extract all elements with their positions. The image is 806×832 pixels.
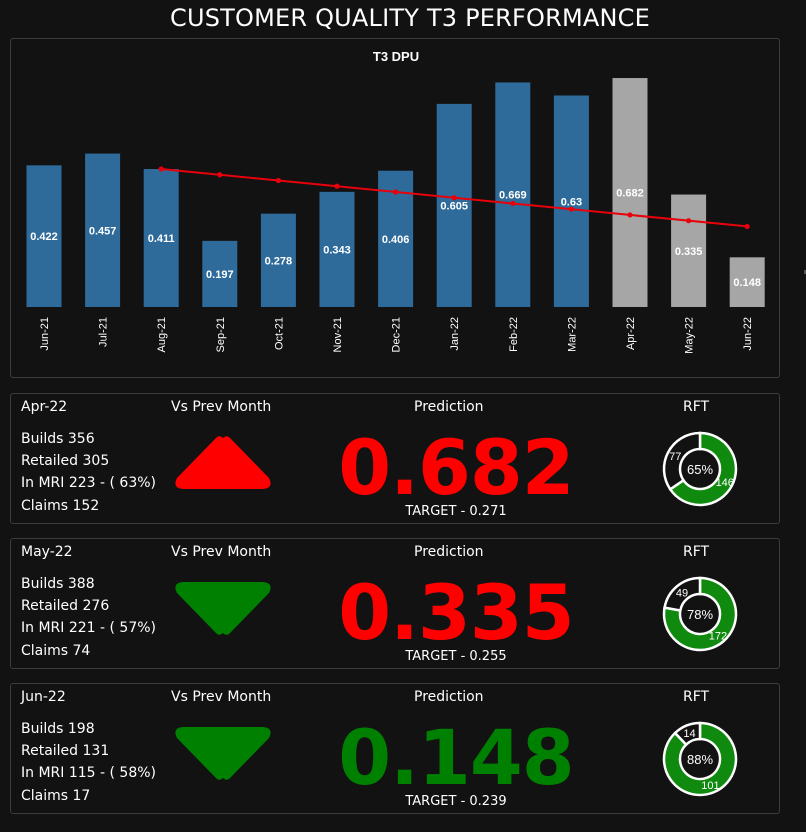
t3-dpu-chart: T3 DPU 0.422 Jun-21 0.457 Jul-21 0.411 Aug-21… [26, 49, 765, 354]
arrow-up-icon [175, 436, 271, 489]
x-tick-label: Jan-22 [449, 317, 461, 351]
data-label-Oct-21: 0.278 [265, 255, 293, 267]
chart-title: T3 DPU [373, 49, 419, 64]
claims-stat: Claims 74 [21, 643, 91, 659]
in-mri-stat: In MRI 223 - ( 63%) [21, 475, 157, 491]
x-tick-label: Jun-21 [39, 317, 51, 351]
trendline-point [744, 223, 750, 230]
rft-label: RFT [683, 544, 710, 560]
rft-label: RFT [683, 399, 710, 415]
arrow-down-icon [175, 582, 271, 635]
vs-prev-month-label: Vs Prev Month [171, 689, 272, 705]
trendline-point [334, 183, 340, 189]
builds-stat: Builds 356 [21, 431, 95, 447]
rft-fail-count: 77 [669, 451, 681, 463]
data-label-Jun-22: 0.148 [733, 277, 761, 289]
trendline-point [627, 212, 633, 218]
rft-percent: 78% [687, 607, 713, 622]
x-tick-label: Oct-21 [273, 317, 285, 350]
data-label-Jun-21: 0.422 [30, 231, 58, 243]
target-value: TARGET - 0.271 [405, 504, 507, 519]
data-label-Dec-21: 0.406 [382, 234, 410, 246]
month-card: May-22 Vs Prev Month Prediction RFT Builds 3… [10, 538, 780, 669]
data-label-Mar-22: 0.63 [561, 196, 582, 208]
card-month: Apr-22 [21, 399, 68, 415]
data-label-Aug-21: 0.411 [148, 233, 175, 245]
trendline-point [275, 177, 281, 184]
rft-donut: 78% 172 49 [662, 576, 738, 652]
month-card: Jun-22 Vs Prev Month Prediction RFT Builds 1… [10, 683, 780, 814]
trendline-point [158, 166, 164, 172]
x-tick-label: Dec-21 [391, 317, 403, 352]
in-mri-stat: In MRI 115 - ( 58%) [21, 765, 157, 781]
claims-stat: Claims 152 [21, 498, 100, 514]
trendline-point [686, 218, 692, 224]
trendline-point [393, 189, 399, 195]
x-tick-label: Aug-21 [156, 317, 168, 352]
rft-fail-count: 49 [676, 588, 688, 600]
retailed-stat: Retailed 131 [21, 743, 110, 759]
page-title: CUSTOMER QUALITY T3 PERFORMANCE [169, 4, 650, 32]
card-month: May-22 [21, 544, 73, 560]
x-tick-label: May-22 [684, 317, 696, 354]
card-month: Jun-22 [21, 689, 66, 705]
retailed-stat: Retailed 305 [21, 453, 110, 469]
prediction-value: 0.148 [338, 713, 574, 802]
rft-pass-count: 172 [709, 630, 727, 642]
x-tick-label: Jul-21 [98, 317, 110, 347]
x-tick-label: Nov-21 [332, 317, 344, 352]
rft-pass-count: 101 [701, 780, 719, 792]
data-label-Nov-21: 0.343 [323, 244, 351, 256]
rft-fail-count: 14 [683, 728, 695, 740]
prediction-label: Prediction [414, 544, 484, 560]
prediction-label: Prediction [414, 689, 484, 705]
data-label-Apr-22: 0.682 [616, 188, 644, 200]
vs-prev-month-label: Vs Prev Month [171, 399, 272, 415]
x-tick-label: Feb-22 [508, 317, 520, 352]
in-mri-stat: In MRI 221 - ( 57%) [21, 620, 157, 636]
target-value: TARGET - 0.239 [405, 794, 507, 809]
data-label-Feb-22: 0.669 [499, 190, 527, 202]
rft-percent: 65% [687, 462, 713, 477]
claims-stat: Claims 17 [21, 788, 91, 804]
data-label-Jan-22: 0.605 [440, 200, 468, 212]
target-value: TARGET - 0.255 [405, 649, 507, 664]
builds-stat: Builds 198 [21, 721, 95, 737]
month-card: Apr-22 Vs Prev Month Prediction RFT Builds 3… [10, 393, 780, 524]
prediction-label: Prediction [414, 399, 484, 415]
rft-label: RFT [683, 689, 710, 705]
t3-dpu-chart-panel: T3 DPU 0.422 Jun-21 0.457 Jul-21 0.411 Aug-21… [10, 38, 780, 378]
data-label-Sep-21: 0.197 [206, 269, 234, 281]
retailed-stat: Retailed 276 [21, 598, 110, 614]
rft-donut: 65%146 77 [662, 431, 738, 507]
rft-percent: 88% [687, 752, 713, 767]
arrow-down-icon [175, 727, 271, 780]
x-tick-label: Sep-21 [215, 317, 227, 352]
data-label-Jul-21: 0.457 [89, 225, 117, 237]
rft-pass-count: 146 [716, 477, 734, 489]
vs-prev-month-label: Vs Prev Month [171, 544, 272, 560]
x-tick-label: Apr-22 [625, 317, 637, 350]
prediction-value: 0.335 [338, 568, 574, 657]
rft-donut: 88% 101 14 [662, 721, 738, 797]
data-label-May-22: 0.335 [675, 246, 703, 258]
x-tick-label: Jun-22 [742, 317, 754, 351]
prediction-value: 0.682 [338, 423, 574, 512]
x-tick-label: Mar-22 [566, 317, 578, 352]
trendline-point [217, 172, 223, 178]
builds-stat: Builds 388 [21, 576, 95, 592]
